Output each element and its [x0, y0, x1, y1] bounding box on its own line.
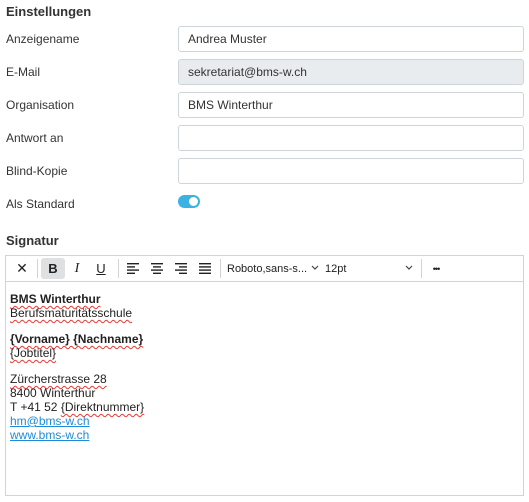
- default-label: Als Standard: [6, 197, 75, 211]
- toolbar-divider: [37, 259, 38, 278]
- signature-school: Berufsmaturitätsschule: [10, 306, 518, 320]
- toggle-knob: [189, 197, 198, 206]
- more-icon: •••: [432, 263, 441, 274]
- more-button[interactable]: •••: [425, 258, 447, 279]
- signature-school-text: Berufsmaturitätsschule: [10, 306, 133, 320]
- reply-to-input[interactable]: [178, 125, 524, 151]
- signature-street: Zürcherstrasse 28: [10, 372, 518, 386]
- chevron-down-icon: [311, 265, 319, 270]
- align-left-icon: [127, 263, 139, 274]
- email-label: E-Mail: [6, 65, 41, 79]
- font-size-select[interactable]: 12pt: [325, 258, 413, 279]
- signature-name-placeholder: {Vorname} {Nachname}: [10, 332, 518, 346]
- clear-formatting-button[interactable]: ✕: [10, 258, 34, 279]
- toolbar-divider: [118, 259, 119, 278]
- organisation-input[interactable]: [178, 92, 524, 118]
- editor-toolbar: ✕ B I U Roboto,sans-s... 12pt •••: [6, 256, 523, 282]
- signature-phone-placeholder: {Direktnummer}: [60, 400, 145, 414]
- signature-jobtitle-text: {Jobtitel}: [10, 346, 57, 360]
- signature-city: 8400 Winterthur: [10, 386, 518, 400]
- signature-website: www.bms-w.ch: [10, 428, 518, 442]
- signature-editor[interactable]: ✕ B I U Roboto,sans-s... 12pt ••• BMS Wi…: [5, 255, 524, 496]
- signature-phone: T +41 52 {Direktnummer}: [10, 400, 518, 414]
- signature-street-text: Zürcherstrasse 28: [10, 372, 107, 386]
- signature-phone-prefix: T +41 52: [10, 400, 61, 414]
- italic-icon: I: [74, 260, 80, 276]
- align-justify-button[interactable]: [193, 258, 217, 279]
- signature-title: Signatur: [6, 233, 59, 248]
- display-name-input[interactable]: [178, 26, 524, 52]
- underline-button[interactable]: U: [89, 258, 113, 279]
- align-justify-icon: [199, 263, 211, 274]
- signature-content[interactable]: BMS Winterthur Berufsmaturitätsschule {V…: [10, 292, 518, 442]
- organisation-label: Organisation: [6, 98, 75, 112]
- bcc-label: Blind-Kopie: [6, 164, 68, 178]
- close-icon: ✕: [16, 260, 28, 276]
- signature-website-link[interactable]: www.bms-w.ch: [10, 428, 89, 442]
- signature-org-name-text: BMS Winterthur: [10, 292, 101, 306]
- chevron-down-icon: [405, 265, 413, 270]
- align-center-icon: [151, 263, 163, 274]
- align-left-button[interactable]: [121, 258, 145, 279]
- display-name-label: Anzeigename: [6, 32, 80, 46]
- settings-title: Einstellungen: [6, 4, 92, 19]
- signature-name-text: {Vorname} {Nachname}: [10, 332, 144, 346]
- signature-email: hm@bms-w.ch: [10, 414, 518, 428]
- bcc-input[interactable]: [178, 158, 524, 184]
- italic-button[interactable]: I: [65, 258, 89, 279]
- signature-jobtitle-placeholder: {Jobtitel}: [10, 346, 518, 360]
- default-toggle[interactable]: [178, 195, 200, 208]
- signature-email-link[interactable]: hm@bms-w.ch: [10, 414, 90, 428]
- bold-button[interactable]: B: [41, 258, 65, 279]
- toolbar-divider: [220, 259, 221, 278]
- font-size-value: 12pt: [325, 262, 347, 275]
- font-family-value: Roboto,sans-s...: [227, 262, 308, 275]
- signature-city-text: 8400 Winterthur: [10, 386, 96, 400]
- email-field[interactable]: [178, 59, 524, 85]
- signature-org-name: BMS Winterthur: [10, 292, 518, 306]
- font-family-select[interactable]: Roboto,sans-s...: [227, 258, 319, 279]
- reply-to-label: Antwort an: [6, 131, 64, 145]
- toolbar-divider: [421, 259, 422, 278]
- bold-icon: B: [48, 261, 58, 276]
- align-right-button[interactable]: [169, 258, 193, 279]
- align-right-icon: [175, 263, 187, 274]
- align-center-button[interactable]: [145, 258, 169, 279]
- underline-icon: U: [96, 261, 106, 276]
